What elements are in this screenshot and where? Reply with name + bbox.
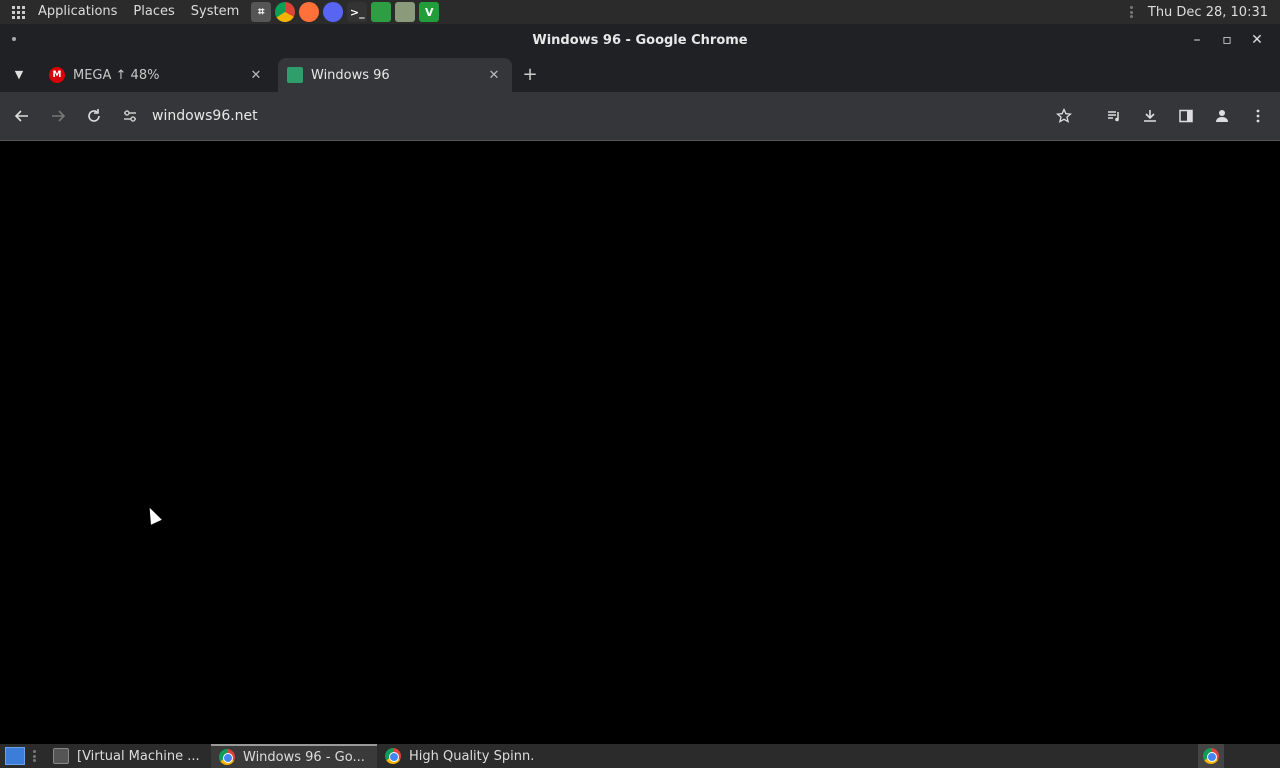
vim-icon[interactable]: V xyxy=(419,2,440,22)
windows96-favicon-icon xyxy=(287,67,303,83)
new-tab-plus-icon[interactable]: + xyxy=(520,64,540,85)
chrome-tray-icon xyxy=(1203,748,1219,764)
tab-close-icon[interactable]: ✕ xyxy=(484,65,504,85)
bookmark-star-icon[interactable] xyxy=(1046,98,1082,134)
tray-chrome[interactable] xyxy=(1198,744,1224,768)
discord-icon[interactable] xyxy=(323,2,344,22)
kebab-menu-icon[interactable] xyxy=(1240,98,1276,134)
tab-title: Windows 96 xyxy=(311,67,390,83)
close-window-button[interactable]: ✕ xyxy=(1242,25,1272,55)
menu-system[interactable]: System xyxy=(183,0,247,24)
terminal-icon[interactable]: >_ xyxy=(347,2,368,22)
tray-slot[interactable] xyxy=(1250,744,1276,768)
task-virtual-machine[interactable]: [Virtual Machine ... xyxy=(45,744,211,768)
toolbar-right xyxy=(1046,98,1276,134)
task-label: [Virtual Machine ... xyxy=(77,748,200,764)
chrome-icon xyxy=(385,748,401,764)
virtual-machine-icon xyxy=(53,748,69,764)
back-arrow-icon[interactable] xyxy=(4,98,40,134)
clock[interactable]: Thu Dec 28, 10:31 xyxy=(1148,5,1268,20)
profile-avatar-icon[interactable] xyxy=(1204,98,1240,134)
menu-places[interactable]: Places xyxy=(125,0,182,24)
system-tray xyxy=(1198,744,1276,768)
task-label: Windows 96 - Go... xyxy=(243,749,365,765)
show-desktop-icon[interactable] xyxy=(5,747,25,765)
panel-right: Thu Dec 28, 10:31 xyxy=(1129,5,1280,20)
maximize-button[interactable]: ▫ xyxy=(1212,25,1242,55)
tab-strip: ▼ M MEGA ↑ 48% ✕ Windows 96 ✕ + xyxy=(0,56,1280,92)
chrome-icon xyxy=(219,749,235,765)
tab-title: MEGA ↑ 48% xyxy=(73,67,160,83)
tab-search-chevron-icon[interactable]: ▼ xyxy=(8,63,30,85)
browser-toolbar: windows96.net xyxy=(0,92,1280,141)
system-monitor-icon[interactable] xyxy=(371,2,392,22)
media-controls-icon[interactable] xyxy=(1096,98,1132,134)
bottom-taskbar: [Virtual Machine ... Windows 96 - Go... … xyxy=(0,744,1280,768)
task-label: High Quality Spinn... xyxy=(409,748,535,764)
top-panel: Applications Places System ⌗ >_ V Thu Dec … xyxy=(0,0,1280,24)
tab-mega[interactable]: M MEGA ↑ 48% ✕ xyxy=(40,58,274,92)
menu-applications[interactable]: Applications xyxy=(30,0,125,24)
chrome-icon[interactable] xyxy=(275,2,296,22)
panel-handle-icon[interactable] xyxy=(1129,6,1134,18)
side-panel-icon[interactable] xyxy=(1168,98,1204,134)
tab-close-icon[interactable]: ✕ xyxy=(246,65,266,85)
url-text[interactable]: windows96.net xyxy=(152,108,258,124)
mouse-pointer-icon xyxy=(144,505,162,525)
window-title: Windows 96 - Google Chrome xyxy=(532,32,748,48)
tray-slot[interactable] xyxy=(1224,744,1250,768)
task-windows96-chrome[interactable]: Windows 96 - Go... xyxy=(211,744,377,768)
file-manager-icon[interactable] xyxy=(395,2,416,22)
window-menu-icon[interactable] xyxy=(12,37,16,41)
launcher-bar: ⌗ >_ V xyxy=(249,2,441,22)
window-controls: – ▫ ✕ xyxy=(1182,24,1272,56)
address-bar[interactable]: windows96.net xyxy=(116,98,1046,134)
tab-windows96[interactable]: Windows 96 ✕ xyxy=(278,58,512,92)
window-titlebar[interactable]: Windows 96 - Google Chrome – ▫ ✕ xyxy=(0,24,1280,56)
apps-grid-icon[interactable] xyxy=(6,0,30,24)
web-content-area[interactable] xyxy=(0,141,1280,744)
site-settings-icon[interactable] xyxy=(116,102,144,130)
firefox-icon[interactable] xyxy=(299,2,320,22)
mega-favicon-icon: M xyxy=(49,67,65,83)
download-icon[interactable] xyxy=(1132,98,1168,134)
minimize-button[interactable]: – xyxy=(1182,25,1212,55)
taskbar-handle-icon[interactable] xyxy=(33,750,37,762)
reload-icon[interactable] xyxy=(76,98,112,134)
forward-arrow-icon[interactable] xyxy=(40,98,76,134)
screenshot-icon[interactable]: ⌗ xyxy=(251,2,272,22)
task-high-quality-spinner[interactable]: High Quality Spinn... xyxy=(377,744,543,768)
